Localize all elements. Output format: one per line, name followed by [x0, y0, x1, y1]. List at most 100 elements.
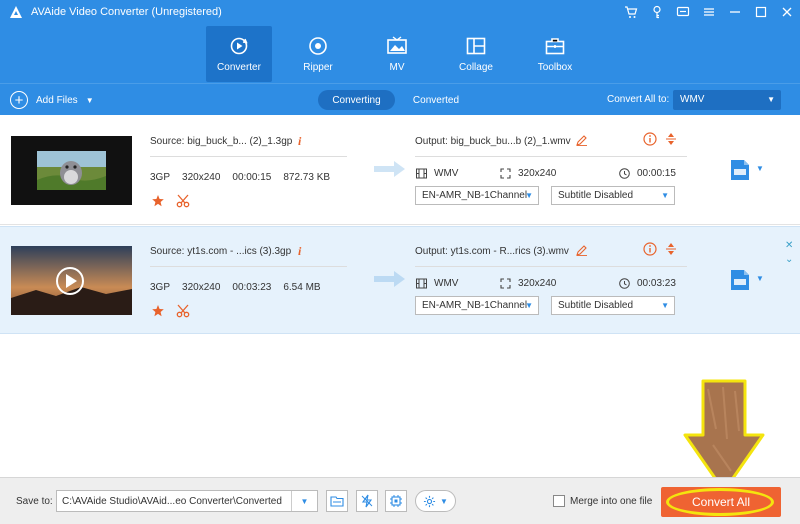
lightning-off-icon	[361, 494, 373, 508]
chevron-down-icon: ▼	[661, 301, 669, 310]
bottom-bar: Save to: C:\AVAide Studio\AVAid...eo Con…	[0, 477, 800, 524]
tab-mv[interactable]: MV	[364, 26, 430, 82]
file-row: Source: yt1s.com - ...ics (3).3gp i 3GP …	[0, 226, 800, 334]
app-logo-icon	[10, 6, 22, 18]
tab-toolbox[interactable]: Toolbox	[522, 26, 588, 82]
sort-icon[interactable]	[665, 242, 677, 256]
window-controls	[618, 2, 800, 22]
audio-track-select[interactable]: EN-AMR_NB-1Channel ▼	[415, 296, 539, 315]
minimize-icon[interactable]	[722, 2, 748, 22]
tab-converter[interactable]: Converter	[206, 26, 272, 82]
source-filename: Source: big_buck_b... (2)_1.3gp	[150, 136, 293, 147]
collage-icon	[466, 37, 486, 55]
save-to-label: Save to:	[16, 496, 53, 507]
file-row: Source: big_buck_b... (2)_1.3gp i 3GP 32…	[0, 117, 800, 225]
sort-icon[interactable]	[665, 132, 677, 146]
effects-star-icon[interactable]	[151, 194, 165, 208]
ripper-icon	[309, 37, 327, 55]
clock-icon	[619, 278, 630, 289]
gpu-acceleration-button[interactable]	[385, 490, 407, 512]
output-filename: Output: yt1s.com - R...rics (3).wmv	[415, 246, 569, 257]
tab-ripper[interactable]: Ripper	[285, 26, 351, 82]
chevron-down-icon[interactable]: ▼	[756, 164, 764, 173]
wmv-format-icon[interactable]	[730, 159, 750, 181]
tab-collage[interactable]: Collage	[443, 26, 509, 82]
output-duration: 00:03:23	[619, 278, 676, 289]
edit-pencil-icon[interactable]	[576, 244, 588, 256]
divider	[150, 266, 347, 267]
add-files-button[interactable]: + Add Files ▼	[10, 91, 94, 109]
info-circle-icon[interactable]	[643, 132, 657, 146]
collapse-icon[interactable]: ⌄	[785, 253, 793, 267]
output-duration: 00:00:15	[619, 168, 676, 179]
gear-icon	[423, 495, 436, 507]
chevron-down-icon: ▼	[661, 191, 669, 200]
clock-icon	[619, 168, 630, 179]
settings-button[interactable]: ▼	[415, 490, 456, 512]
info-icon[interactable]: i	[298, 134, 301, 149]
source-metadata: 3GP 320x240 00:00:15 872.73 KB	[150, 172, 331, 183]
open-folder-button[interactable]	[326, 490, 348, 512]
resize-icon	[500, 168, 511, 179]
film-icon	[416, 168, 427, 179]
chevron-down-icon: ▼	[525, 301, 533, 310]
merge-checkbox[interactable]	[553, 495, 565, 507]
maximize-icon[interactable]	[748, 2, 774, 22]
output-format: WMV	[416, 168, 458, 179]
tab-converted[interactable]: Converted	[405, 90, 467, 110]
app-title: AVAide Video Converter (Unregistered)	[31, 6, 222, 18]
chevron-down-icon[interactable]: ▼	[756, 274, 764, 283]
chevron-down-icon[interactable]: ▼	[291, 491, 317, 511]
merge-label: Merge into one file	[570, 496, 653, 507]
scissors-icon[interactable]	[176, 194, 190, 208]
title-bar: AVAide Video Converter (Unregistered)	[0, 0, 800, 24]
app-header: AVAide Video Converter (Unregistered) Co…	[0, 0, 800, 83]
main-nav: Converter Ripper MV Collage Toolbox	[0, 26, 800, 82]
divider	[150, 156, 347, 157]
audio-track-select[interactable]: EN-AMR_NB-1Channel ▼	[415, 186, 539, 205]
convert-all-button[interactable]: Convert All	[661, 487, 781, 517]
converter-icon	[230, 37, 248, 55]
source-metadata: 3GP 320x240 00:03:23 6.54 MB	[150, 282, 321, 293]
hardware-acceleration-off-button[interactable]	[356, 490, 378, 512]
tab-converting[interactable]: Converting	[318, 90, 395, 110]
arrow-right-icon	[374, 271, 405, 287]
mv-icon	[387, 36, 407, 54]
info-icon[interactable]: i	[298, 244, 301, 259]
output-resolution: 320x240	[500, 278, 556, 289]
chevron-down-icon: ▼	[767, 95, 775, 104]
folder-icon	[330, 496, 344, 507]
toolbox-icon	[545, 38, 565, 55]
subtitle-select[interactable]: Subtitle Disabled ▼	[551, 296, 675, 315]
subtitle-select[interactable]: Subtitle Disabled ▼	[551, 186, 675, 205]
edit-pencil-icon[interactable]	[576, 134, 588, 146]
chevron-down-icon[interactable]: ▼	[86, 96, 94, 105]
output-format-select[interactable]: WMV ▼	[673, 90, 781, 110]
remove-icon[interactable]: ✕	[785, 239, 793, 253]
wmv-format-icon[interactable]	[730, 269, 750, 291]
arrow-right-icon	[374, 161, 405, 177]
video-thumbnail[interactable]	[11, 246, 132, 315]
feedback-icon[interactable]	[670, 2, 696, 22]
cpu-icon	[390, 495, 402, 507]
film-icon	[416, 278, 427, 289]
save-path-input[interactable]: C:\AVAide Studio\AVAid...eo Converter\Co…	[56, 490, 318, 512]
video-thumbnail[interactable]	[11, 136, 132, 205]
convert-all-to-label: Convert All to:	[607, 94, 670, 105]
converter-toolbar: + Add Files ▼ Converting Converted Conve…	[0, 83, 800, 115]
divider	[415, 156, 687, 157]
key-icon[interactable]	[644, 2, 670, 22]
effects-star-icon[interactable]	[151, 304, 165, 318]
output-filename: Output: big_buck_bu...b (2)_1.wmv	[415, 136, 571, 147]
output-resolution: 320x240	[500, 168, 556, 179]
resize-icon	[500, 278, 511, 289]
plus-icon: +	[10, 91, 28, 109]
cart-icon[interactable]	[618, 2, 644, 22]
close-icon[interactable]	[774, 2, 800, 22]
menu-icon[interactable]	[696, 2, 722, 22]
row-side-controls: ✕ ⌄	[785, 239, 793, 267]
source-filename: Source: yt1s.com - ...ics (3).3gp	[150, 246, 292, 257]
divider	[415, 266, 687, 267]
scissors-icon[interactable]	[176, 304, 190, 318]
info-circle-icon[interactable]	[643, 242, 657, 256]
